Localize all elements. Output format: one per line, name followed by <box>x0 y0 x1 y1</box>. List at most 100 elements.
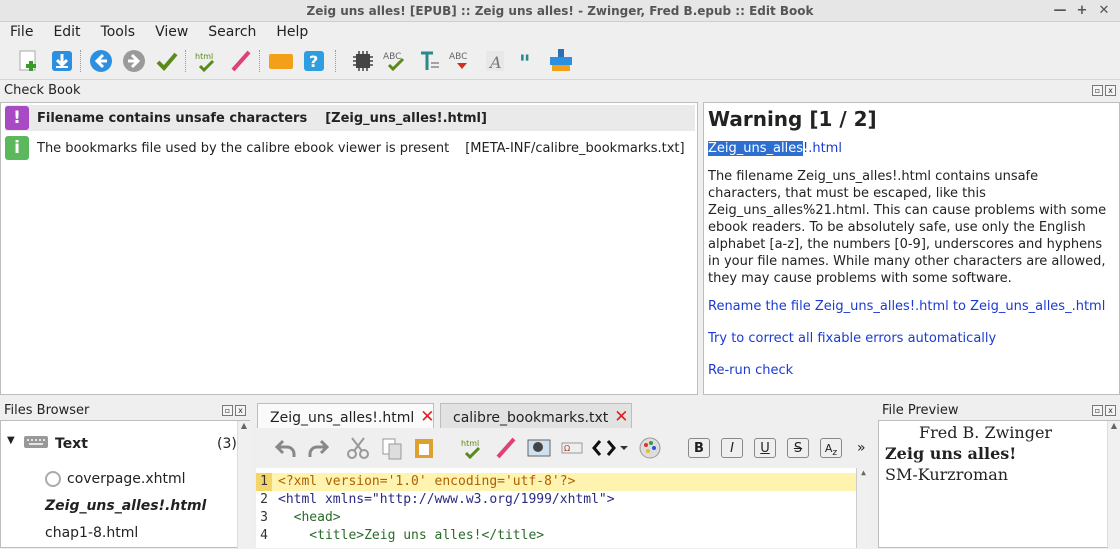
paint-icon[interactable] <box>548 48 574 74</box>
maximize-button[interactable]: + <box>1074 3 1090 19</box>
insert-tag-icon[interactable] <box>592 436 632 464</box>
file-preview: Fred B. Zwinger Zeig uns alles! SM-Kurzr… <box>878 420 1120 549</box>
spellcheck-underline-icon[interactable]: ABC <box>449 48 475 74</box>
chip-icon[interactable] <box>350 48 376 74</box>
close-tab-icon[interactable]: ✕ <box>420 407 434 427</box>
text-icon[interactable] <box>416 48 442 74</box>
italic-button[interactable]: I <box>721 438 743 458</box>
list-item[interactable]: ! Filename contains unsafe characters [Z… <box>5 105 695 131</box>
tab-calibre-bookmarks[interactable]: calibre_bookmarks.txt ✕ <box>440 403 632 429</box>
warning-description: The filename Zeig_uns_alles!.html contai… <box>708 169 1107 286</box>
file-item[interactable]: chap1-8.html <box>45 525 138 541</box>
redo-icon[interactable] <box>306 436 330 464</box>
scrollbar[interactable]: ▲ <box>856 468 870 548</box>
check-book-title: Check Book ▫ x <box>0 81 1120 101</box>
cut-icon[interactable] <box>346 436 370 464</box>
svg-text:A: A <box>488 53 502 72</box>
beautify-icon[interactable] <box>494 436 518 464</box>
category-text[interactable]: Text <box>55 436 88 452</box>
svg-text:": " <box>519 51 530 73</box>
special-char-icon[interactable]: Ω <box>560 436 584 464</box>
warning-icon: ! <box>5 106 29 130</box>
spellcheck-icon[interactable]: ABC <box>383 48 409 74</box>
import-icon[interactable] <box>49 48 75 74</box>
svg-text:Ω: Ω <box>564 444 570 453</box>
quote-icon[interactable]: " <box>515 48 541 74</box>
insert-image-icon[interactable] <box>526 436 552 464</box>
strikethrough-button[interactable]: S <box>787 438 809 458</box>
svg-text:html: html <box>461 439 479 448</box>
close-icon[interactable]: x <box>1105 85 1116 96</box>
fix-all-link[interactable]: Try to correct all fixable errors automa… <box>708 331 1115 346</box>
svg-text:html: html <box>195 52 213 61</box>
file-item-active[interactable]: Zeig_uns_alles!.html <box>45 498 206 514</box>
float-icon[interactable]: ▫ <box>222 405 233 416</box>
minimize-button[interactable]: — <box>1052 3 1068 19</box>
cover-icon <box>45 471 61 487</box>
check-details: Warning [1 / 2] Zeig_uns_alles!.html The… <box>703 102 1120 395</box>
menu-help[interactable]: Help <box>266 22 318 42</box>
scrollbar[interactable]: ▲ <box>1107 421 1120 549</box>
collapse-icon[interactable]: ▼ <box>7 435 15 446</box>
paste-icon[interactable] <box>412 436 436 464</box>
menu-edit[interactable]: Edit <box>43 22 90 42</box>
close-tab-icon[interactable]: ✕ <box>614 407 628 427</box>
close-icon[interactable]: x <box>235 405 246 416</box>
preview-book-title: Zeig uns alles! <box>885 444 1017 463</box>
font-icon[interactable]: A <box>482 48 508 74</box>
copy-icon[interactable] <box>380 436 404 464</box>
scrollbar[interactable]: ▲ <box>237 421 250 549</box>
keyboard-icon <box>23 433 49 453</box>
editor-area: html Ω B I U S Az » 1 <?xml version='1.0… <box>256 428 872 548</box>
color-picker-icon[interactable] <box>638 436 662 464</box>
new-file-icon[interactable] <box>16 48 42 74</box>
file-preview-title: File Preview ▫ x <box>878 401 1120 421</box>
preview-author: Fred B. Zwinger <box>919 423 1053 442</box>
menu-search[interactable]: Search <box>198 22 266 42</box>
warning-heading: Warning [1 / 2] <box>708 107 877 131</box>
menu-view[interactable]: View <box>145 22 198 42</box>
info-icon: i <box>5 136 29 160</box>
svg-text:?: ? <box>309 52 318 71</box>
menu-file[interactable]: File <box>0 22 43 42</box>
checkmark-icon[interactable] <box>154 48 180 74</box>
underline-button[interactable]: U <box>754 438 776 458</box>
float-icon[interactable]: ▫ <box>1092 405 1103 416</box>
code-line: <head> <box>278 510 341 525</box>
code-line: <title>Zeig uns alles!</title> <box>278 528 545 543</box>
html-check-icon[interactable]: html <box>460 436 486 464</box>
close-icon[interactable]: x <box>1105 405 1116 416</box>
check-results-list: ! Filename contains unsafe characters [Z… <box>0 102 698 395</box>
tab-zeig-uns-alles[interactable]: Zeig_uns_alles!.html ✕ <box>257 403 435 429</box>
main-toolbar: html ? ABC ABC A " <box>0 42 1120 80</box>
close-button[interactable]: ✕ <box>1096 3 1112 19</box>
float-icon[interactable]: ▫ <box>1092 85 1103 96</box>
file-item[interactable]: coverpage.xhtml <box>67 471 186 487</box>
forward-icon[interactable] <box>121 48 147 74</box>
files-browser-title: Files Browser ▫ x <box>0 401 250 421</box>
font-size-button[interactable]: Az <box>820 438 842 458</box>
menu-tools[interactable]: Tools <box>91 22 146 42</box>
beautify-icon[interactable] <box>228 48 254 74</box>
files-browser: ▼ Text (3) ▲ coverpage.xhtml Zeig_uns_al… <box>0 420 250 549</box>
category-count: (3) <box>217 436 237 452</box>
code-line: <html xmlns="http://www.w3.org/1999/xhtm… <box>278 492 615 507</box>
undo-icon[interactable] <box>274 436 298 464</box>
window-title-bar: Zeig uns alles! [EPUB] :: Zeig uns alles… <box>0 0 1120 22</box>
svg-text:ABC: ABC <box>383 52 401 62</box>
rename-link[interactable]: Rename the file Zeig_uns_alles!.html to … <box>708 299 1115 314</box>
list-item[interactable]: i The bookmarks file used by the calibre… <box>5 135 685 161</box>
file-link[interactable]: Zeig_uns_alles!.html <box>708 141 1115 156</box>
window-title: Zeig uns alles! [EPUB] :: Zeig uns alles… <box>306 4 814 18</box>
bold-button[interactable]: B <box>688 438 710 458</box>
html-check-icon[interactable]: html <box>194 48 220 74</box>
svg-text:ABC: ABC <box>449 52 467 62</box>
preview-subtitle: SM-Kurzroman <box>885 465 1009 484</box>
more-tools-button[interactable]: » <box>857 440 866 456</box>
code-editor[interactable]: 1 <?xml version='1.0' encoding='utf-8'?>… <box>256 468 870 548</box>
back-icon[interactable] <box>88 48 114 74</box>
help-icon[interactable]: ? <box>301 48 327 74</box>
tag-icon[interactable] <box>268 48 294 74</box>
rerun-check-link[interactable]: Re-run check <box>708 363 1115 378</box>
menu-bar: File Edit Tools View Search Help <box>0 22 1120 42</box>
